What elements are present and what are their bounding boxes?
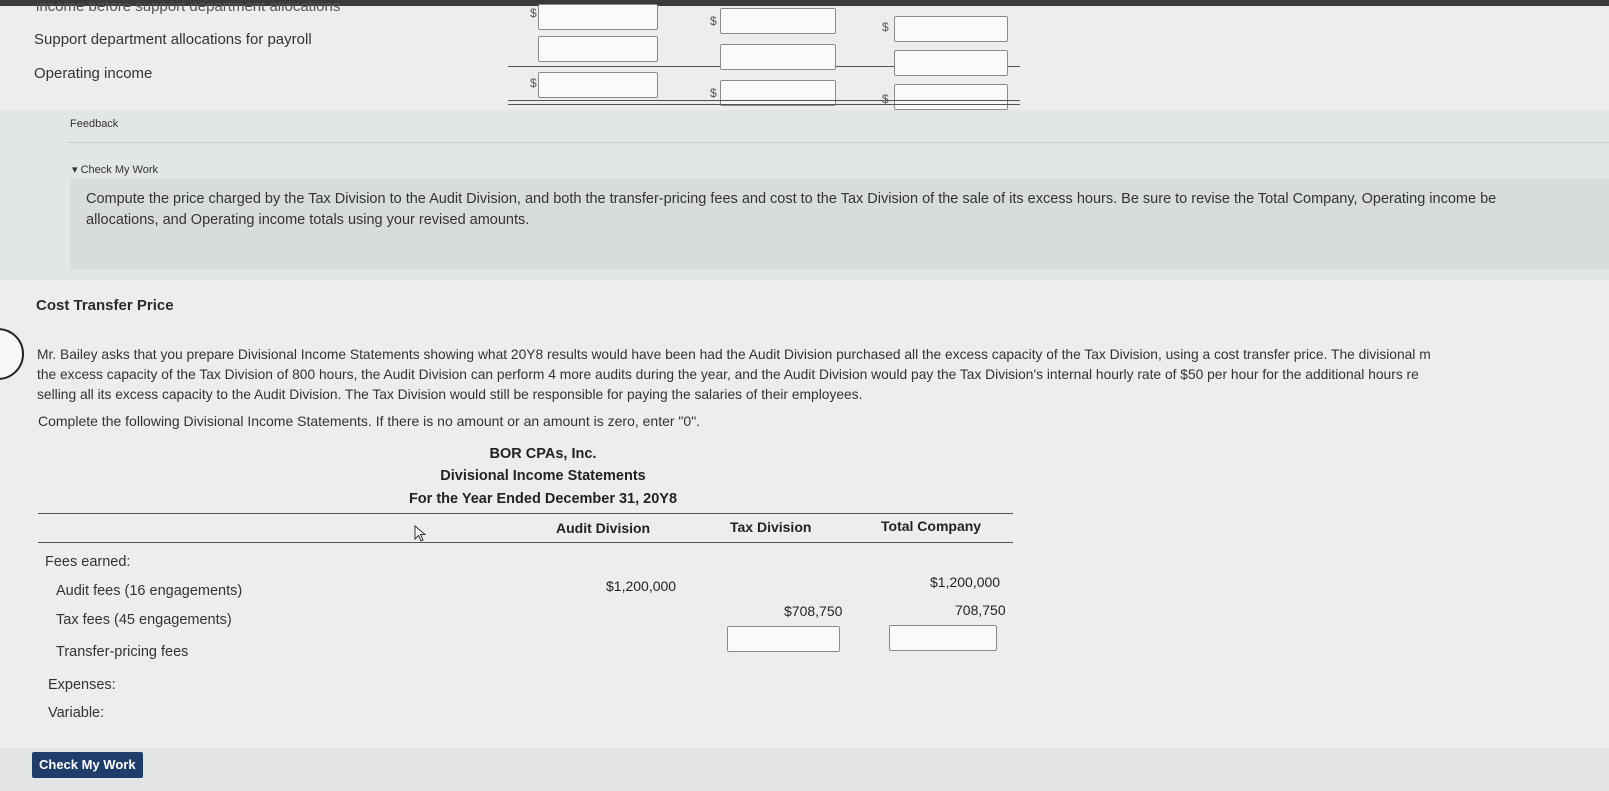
dollar-sign: $ (710, 14, 717, 28)
statement-title: Divisional Income Statements (440, 468, 646, 484)
fees-earned-label: Fees earned: (45, 554, 131, 570)
paragraph-line2: the excess capacity of the Tax Division … (37, 367, 1419, 382)
total-support-allocation-input[interactable] (894, 50, 1008, 76)
header-bottom-rule (38, 542, 1013, 543)
audit-fees-total-value: $1,200,000 (930, 574, 1001, 590)
audit-operating-income-input[interactable] (538, 72, 658, 98)
row-label-support-allocations: Support department allocations for payro… (34, 31, 312, 48)
audit-before-support-input[interactable] (538, 4, 658, 30)
feedback-divider (68, 142, 1609, 143)
transfer-fees-total-input[interactable] (889, 625, 997, 651)
feedback-text: Compute the price charged by the Tax Div… (86, 189, 1606, 231)
audit-fees-audit-value: $1,200,000 (606, 578, 677, 594)
tax-fees-tax-value: $708,750 (784, 603, 843, 619)
tax-support-allocation-input[interactable] (720, 44, 836, 70)
header-top-rule (38, 513, 1013, 514)
feedback-text-line1: Compute the price charged by the Tax Div… (86, 191, 1497, 207)
paragraph-line1: Mr. Bailey asks that you prepare Divisio… (37, 347, 1431, 362)
expenses-label: Expenses: (48, 677, 116, 693)
dollar-sign: $ (710, 86, 717, 100)
transfer-fees-tax-input[interactable] (727, 626, 840, 652)
col-header-audit: Audit Division (556, 520, 651, 536)
row-label-operating-income: Operating income (34, 65, 153, 82)
col-header-tax: Tax Division (730, 519, 812, 535)
section-paragraph: Mr. Bailey asks that you prepare Divisio… (37, 345, 1609, 405)
check-my-work-toggle[interactable]: ▾ Check My Work (72, 163, 158, 176)
section-title: Cost Transfer Price (36, 297, 174, 314)
company-name: BOR CPAs, Inc. (489, 446, 597, 462)
check-my-work-button[interactable]: Check My Work (32, 752, 143, 778)
feedback-label: Feedback (70, 118, 119, 130)
statement-period: For the Year Ended December 31, 20Y8 (408, 491, 678, 507)
tax-before-support-input[interactable] (720, 8, 836, 34)
double-rule-1 (508, 100, 1020, 101)
dollar-sign: $ (882, 20, 889, 34)
dollar-sign: $ (530, 76, 537, 90)
instruction-text: Complete the following Divisional Income… (38, 413, 701, 429)
mouse-cursor-icon (414, 525, 427, 542)
audit-fees-label: Audit fees (16 engagements) (56, 583, 243, 599)
audit-support-allocation-input[interactable] (538, 36, 658, 62)
row-label-before-support: income before support department allocat… (36, 0, 341, 15)
double-rule-2 (508, 104, 1020, 105)
total-operating-income-input[interactable] (894, 84, 1008, 110)
bottom-toolbar (0, 748, 1609, 791)
transfer-pricing-label: Transfer-pricing fees (56, 644, 189, 660)
feedback-text-line2: allocations, and Operating income totals… (86, 212, 530, 228)
prev-nav-button[interactable] (0, 328, 24, 380)
tax-fees-total-value: 708,750 (955, 602, 1006, 618)
col-header-total: Total Company (881, 518, 982, 534)
tax-operating-income-input[interactable] (720, 80, 836, 106)
variable-label: Variable: (48, 705, 105, 721)
tax-fees-label: Tax fees (45 engagements) (56, 612, 232, 628)
paragraph-line3: selling all its excess capacity to the A… (37, 387, 863, 402)
dollar-sign: $ (530, 6, 537, 20)
total-before-support-input[interactable] (894, 16, 1008, 42)
